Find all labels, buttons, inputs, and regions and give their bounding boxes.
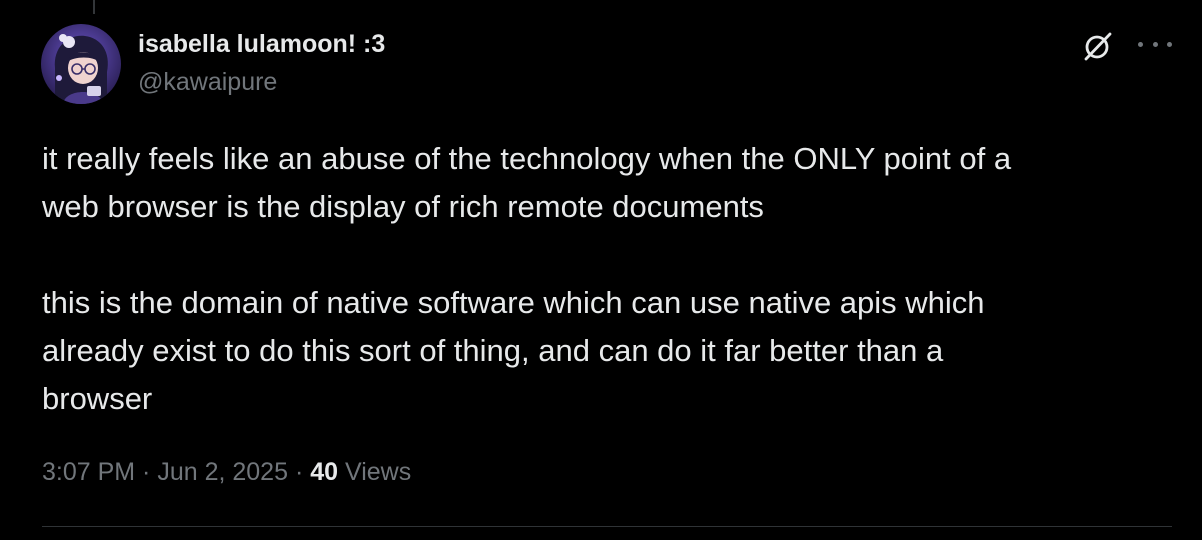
grok-icon[interactable] (1080, 28, 1116, 64)
divider (42, 526, 1172, 527)
tweet-meta: 3:07 PM · Jun 2, 2025 · 40 Views (42, 452, 411, 492)
avatar[interactable] (41, 24, 121, 104)
tweet-text: it really feels like an abuse of the tec… (42, 135, 1172, 423)
tweet-time[interactable]: 3:07 PM (42, 458, 135, 486)
tweet-date[interactable]: Jun 2, 2025 (157, 458, 288, 486)
more-options-icon[interactable] (1138, 30, 1172, 58)
avatar-image (41, 24, 121, 104)
meta-separator: · (135, 458, 158, 486)
author-info: isabella lulamoon! :3 @kawaipure (138, 28, 385, 98)
tweet-paragraph: this is the domain of native software wh… (42, 285, 985, 416)
tweet-detail: isabella lulamoon! :3 @kawaipure it real… (0, 0, 1202, 540)
views-count: 40 (310, 458, 339, 486)
thread-connector-line (93, 0, 95, 14)
meta-separator: · (288, 458, 311, 486)
tweet-paragraph: it really feels like an abuse of the tec… (42, 141, 1012, 224)
views-label: Views (338, 458, 412, 486)
author-handle[interactable]: @kawaipure (138, 66, 385, 98)
author-display-name[interactable]: isabella lulamoon! :3 (138, 28, 385, 60)
